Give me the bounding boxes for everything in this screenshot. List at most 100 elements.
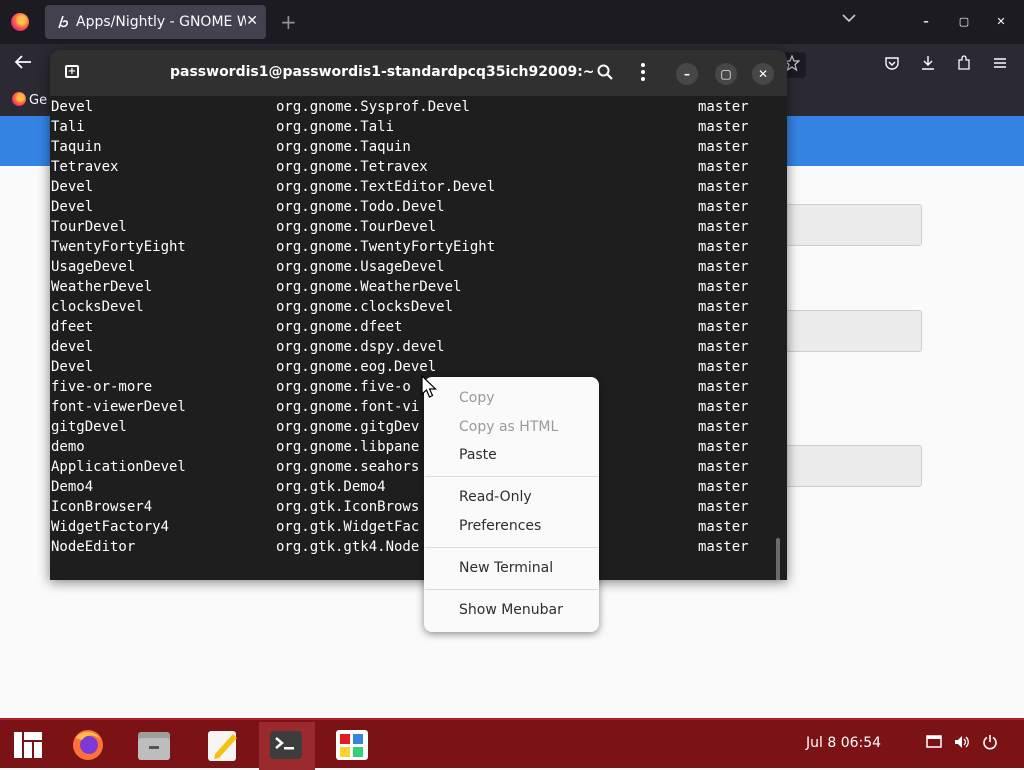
app-name: gitgDevel xyxy=(51,419,127,435)
menu-icon[interactable] xyxy=(10,728,46,762)
app-id: org.gtk.Demo4 xyxy=(276,479,386,495)
app-name: dfeet xyxy=(51,319,94,335)
branch: master xyxy=(698,459,749,475)
app-name: clocksDevel xyxy=(51,299,144,315)
app-name: Taquin xyxy=(51,139,102,155)
app-name: Demo4 xyxy=(51,479,94,495)
app-id: org.gnome.TextEditor.Devel xyxy=(276,179,496,195)
branch: master xyxy=(698,259,749,275)
branch: master xyxy=(698,419,749,435)
context-menu: Copy Copy as HTML Paste Read-Only Prefer… xyxy=(424,377,599,632)
menu-item-paste[interactable]: Paste xyxy=(459,445,497,465)
menu-item-copy-as-html[interactable]: Copy as HTML xyxy=(459,417,558,437)
branch: master xyxy=(698,299,749,315)
app-id: org.gnome.libpane xyxy=(276,439,420,455)
app-id: org.gnome.eog.Devel xyxy=(276,359,437,375)
download-icon[interactable] xyxy=(920,55,936,75)
bookmark-item[interactable]: Ge xyxy=(12,92,47,108)
browser-minimize-button[interactable]: – xyxy=(917,13,935,31)
pocket-icon[interactable] xyxy=(884,55,900,75)
menu-separator xyxy=(425,589,598,590)
branch: master xyxy=(698,139,749,155)
page-input-field[interactable] xyxy=(770,204,922,246)
hamburger-menu-icon[interactable] xyxy=(992,55,1008,75)
app-id: org.gnome.UsageDevel xyxy=(276,259,445,275)
app-name: Devel xyxy=(51,199,94,215)
terminal-window[interactable]: + passwordis1@passwordis1-standardpcq35i… xyxy=(50,50,787,580)
firefox-icon[interactable] xyxy=(70,728,106,762)
browser-tab[interactable]: Apps/Nightly - GNOME W ✕ xyxy=(45,5,266,39)
terminal-line: Demo4 org.gtk.Demo4 master xyxy=(50,477,787,497)
firefox-bookmark-icon xyxy=(12,92,26,106)
firefox-logo-icon xyxy=(11,13,29,31)
branch: master xyxy=(698,539,749,555)
back-arrow-icon[interactable] xyxy=(14,54,32,75)
terminal-line: ApplicationDevel org.gnome.seahors master xyxy=(50,457,787,477)
app-name: WidgetFactory4 xyxy=(51,519,170,535)
kebab-menu-icon[interactable] xyxy=(640,62,646,87)
volume-icon[interactable] xyxy=(954,734,970,754)
extensions-icon[interactable] xyxy=(956,55,972,75)
terminal-line: five-or-more org.gnome.five-o master xyxy=(50,377,787,397)
files-icon[interactable] xyxy=(136,728,172,762)
app-name: Devel xyxy=(51,179,94,195)
terminal-icon[interactable] xyxy=(268,728,304,762)
new-tab-button[interactable]: + xyxy=(280,10,297,34)
screen-icon[interactable] xyxy=(926,734,942,754)
terminal-output[interactable]: Devel org.gnome.Sysprof.Devel master Tali or… xyxy=(50,96,787,580)
app-name: UsageDevel xyxy=(51,259,136,275)
menu-item-show-menubar[interactable]: Show Menubar xyxy=(459,600,563,620)
text-editor-icon[interactable] xyxy=(205,728,241,762)
page-input-field[interactable] xyxy=(770,445,922,487)
app-name: font-viewerDevel xyxy=(51,399,186,415)
bookmark-label: Ge xyxy=(29,93,48,108)
page-input-field[interactable] xyxy=(770,310,922,352)
app-id: org.gnome.font-vi xyxy=(276,399,420,415)
app-name: Devel xyxy=(51,99,94,115)
app-name: demo xyxy=(51,439,85,455)
app-id: org.gnome.dspy.devel xyxy=(276,339,445,355)
app-id: org.gnome.dfeet xyxy=(276,319,403,335)
app-id: org.gnome.gitgDev xyxy=(276,419,420,435)
browser-maximize-button[interactable]: ▢ xyxy=(955,13,973,31)
menu-item-copy[interactable]: Copy xyxy=(459,388,495,408)
branch: master xyxy=(698,239,749,255)
menu-item-preferences[interactable]: Preferences xyxy=(459,516,541,536)
new-tab-icon[interactable]: + xyxy=(65,65,79,78)
app-name: Tali xyxy=(51,119,85,135)
app-name: TourDevel xyxy=(51,219,127,235)
terminal-line: devel org.gnome.dspy.devel master xyxy=(50,337,787,357)
app-id: org.gnome.five-o xyxy=(276,379,411,395)
app-id: org.gnome.WeatherDevel xyxy=(276,279,462,295)
terminal-line: Tali org.gnome.Tali master xyxy=(50,117,787,137)
clock[interactable]: Jul 8 06:54 xyxy=(806,735,881,751)
chevron-down-icon[interactable] xyxy=(842,12,856,26)
menu-item-new-terminal[interactable]: New Terminal xyxy=(459,558,553,578)
browser-close-button[interactable]: ✕ xyxy=(992,13,1010,31)
power-icon[interactable] xyxy=(982,734,998,754)
terminal-line: gitgDevel org.gnome.gitgDev master xyxy=(50,417,787,437)
branch: master xyxy=(698,319,749,335)
branch: master xyxy=(698,499,749,515)
terminal-scrollbar[interactable] xyxy=(776,538,780,580)
terminal-maximize-button[interactable]: ▢ xyxy=(715,63,737,85)
app-name: ApplicationDevel xyxy=(51,459,186,475)
branch: master xyxy=(698,339,749,355)
terminal-header-bar[interactable]: + passwordis1@passwordis1-standardpcq35i… xyxy=(50,50,787,96)
app-name: Tetravex xyxy=(51,159,119,175)
software-icon[interactable] xyxy=(334,728,370,762)
menu-item-read-only[interactable]: Read-Only xyxy=(459,487,532,507)
search-icon[interactable] xyxy=(597,64,613,84)
terminal-line: Devel org.gnome.Todo.Devel master xyxy=(50,197,787,217)
tab-close-icon[interactable]: ✕ xyxy=(246,11,258,31)
terminal-line: WidgetFactory4 org.gtk.WidgetFac master xyxy=(50,517,787,537)
terminal-line: Devel org.gnome.eog.Devel master xyxy=(50,357,787,377)
menu-separator xyxy=(425,547,598,548)
tab-favicon-icon xyxy=(56,14,70,30)
branch: master xyxy=(698,479,749,495)
branch: master xyxy=(698,359,749,375)
terminal-minimize-button[interactable]: – xyxy=(676,63,698,85)
terminal-close-button[interactable]: ✕ xyxy=(752,63,774,85)
terminal-line: TourDevel org.gnome.TourDevel master xyxy=(50,217,787,237)
app-name: TwentyFortyEight xyxy=(51,239,186,255)
